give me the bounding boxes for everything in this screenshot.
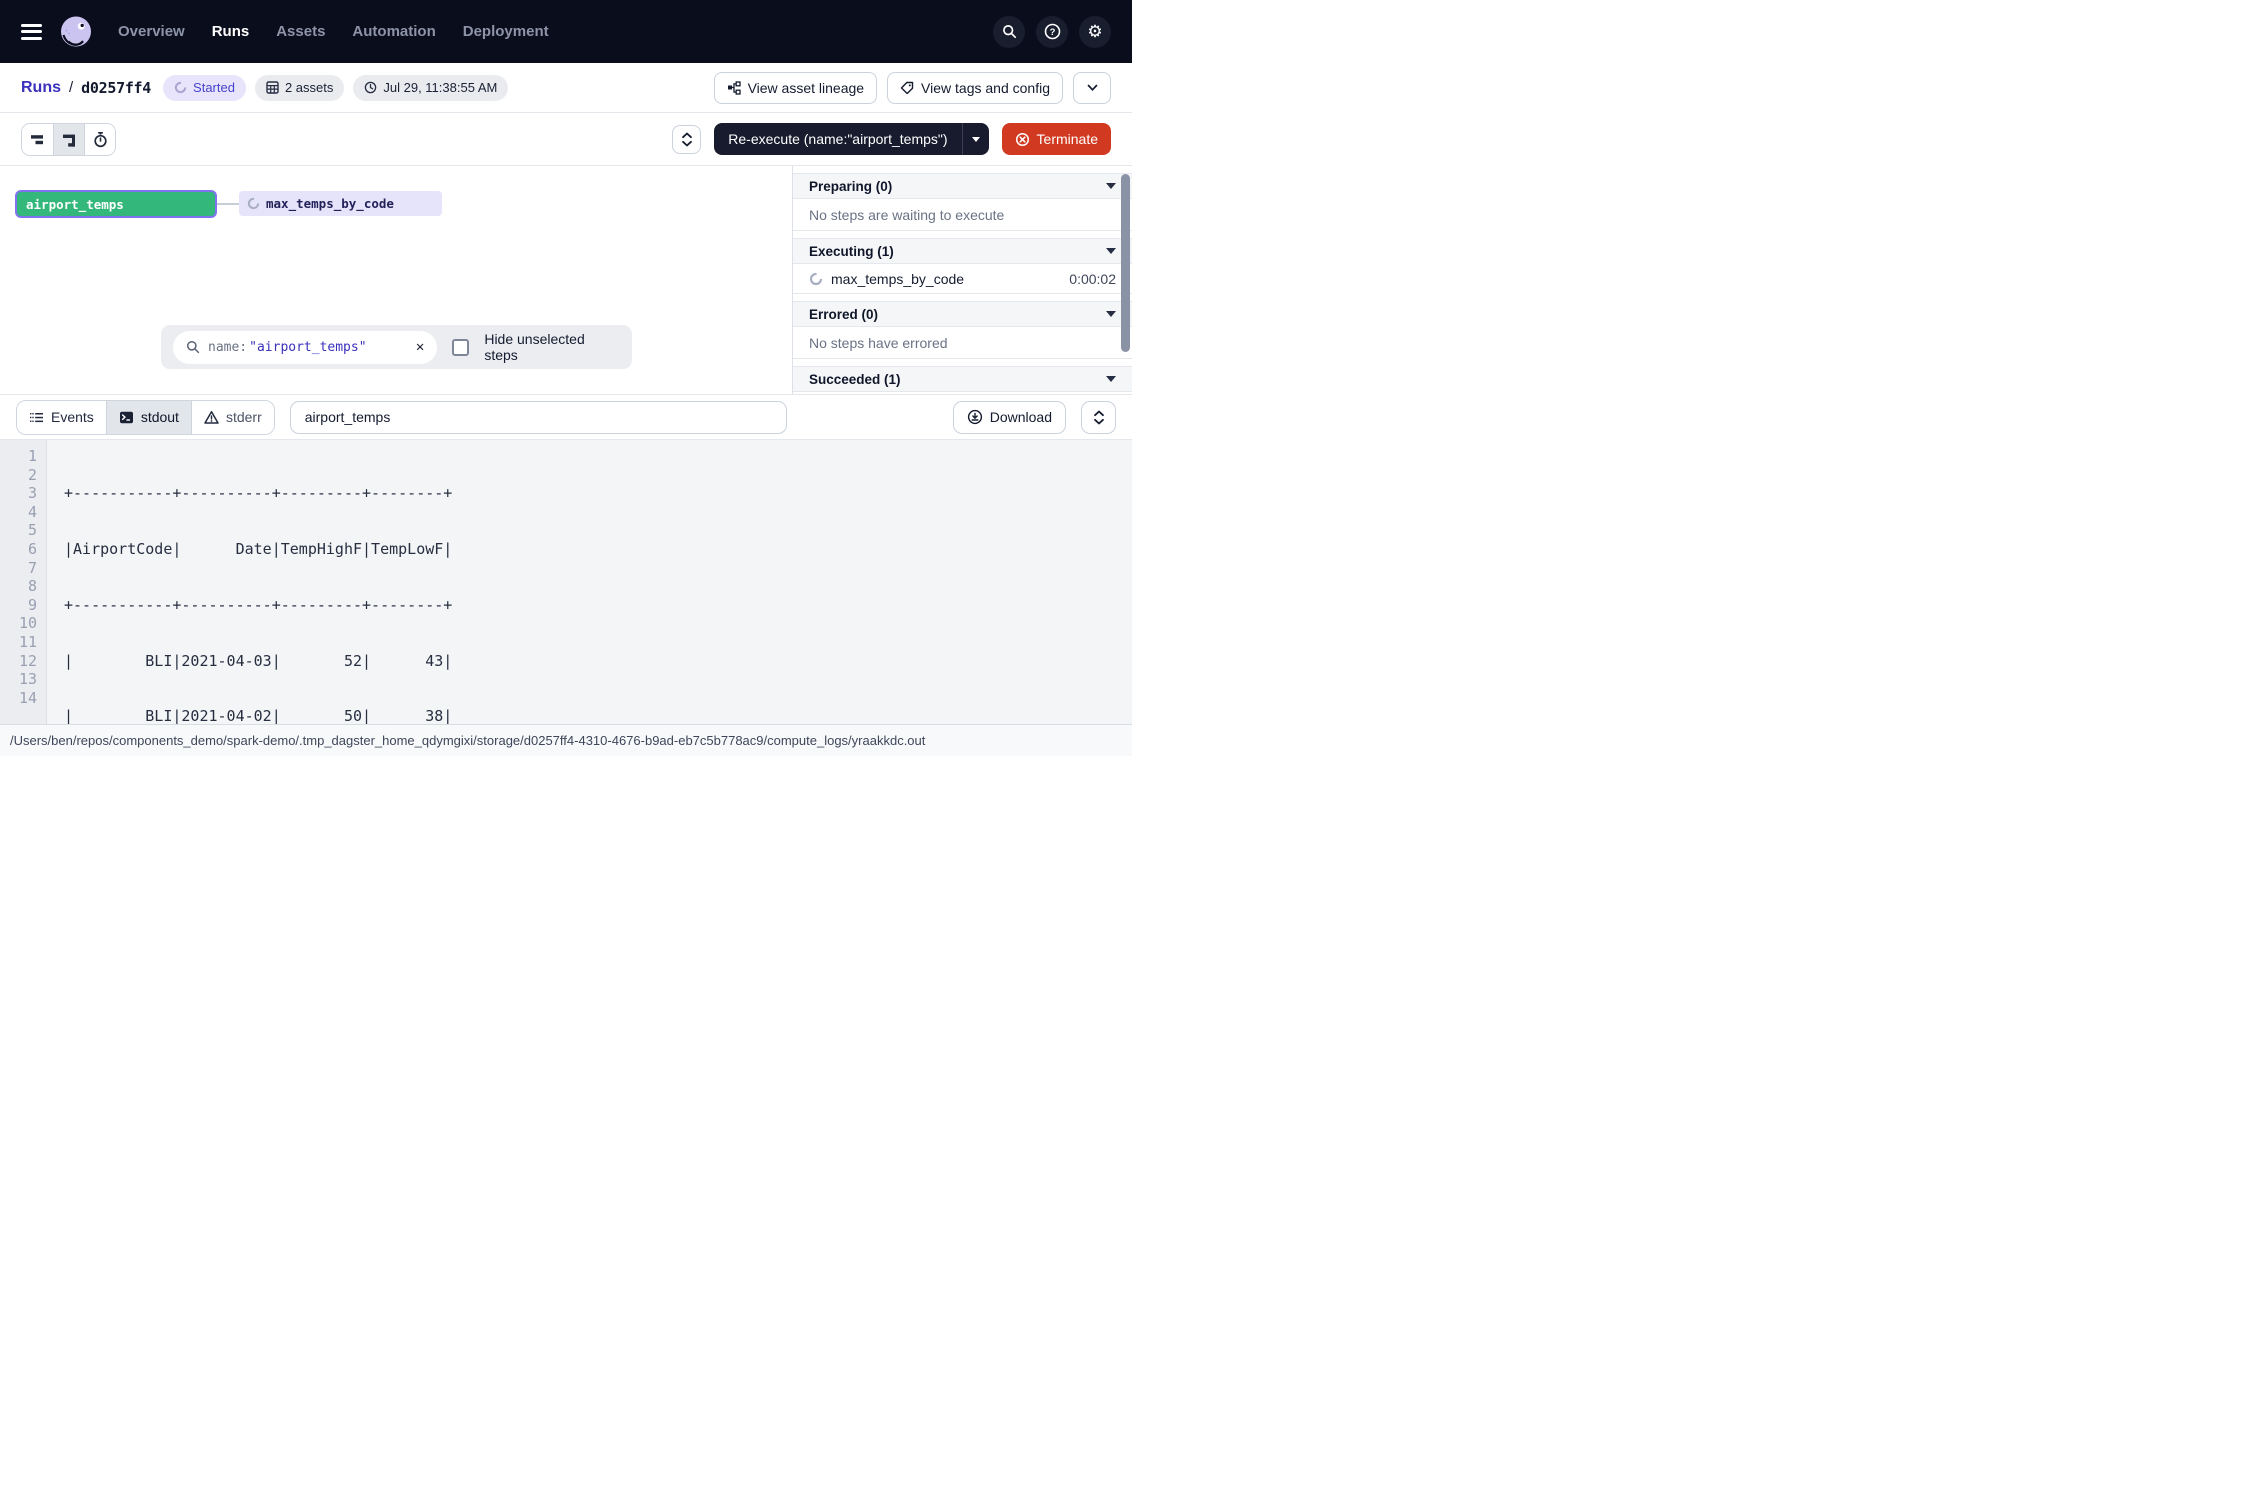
help-icon: ? bbox=[1044, 23, 1061, 40]
section-header-errored[interactable]: Errored (0) bbox=[793, 301, 1132, 327]
assets-grid-icon bbox=[266, 81, 279, 94]
view-tags-config-button[interactable]: View tags and config bbox=[887, 72, 1063, 104]
zoom-fit-button[interactable] bbox=[672, 125, 701, 154]
nav-item-automation[interactable]: Automation bbox=[352, 23, 435, 40]
section-header-preparing[interactable]: Preparing (0) bbox=[793, 173, 1132, 199]
tab-events[interactable]: Events bbox=[17, 401, 106, 434]
waterfall-view-button[interactable] bbox=[53, 124, 84, 155]
search-icon bbox=[1002, 24, 1017, 39]
svg-text:?: ? bbox=[1049, 27, 1055, 38]
event-list-icon bbox=[29, 410, 44, 425]
nav-item-assets[interactable]: Assets bbox=[276, 23, 325, 40]
lineage-icon bbox=[727, 81, 741, 95]
terminate-button[interactable]: Terminate bbox=[1002, 123, 1111, 155]
step-name: max_temps_by_code bbox=[831, 271, 964, 287]
search-button[interactable] bbox=[993, 16, 1025, 48]
settings-button[interactable]: ⚙ bbox=[1079, 16, 1111, 48]
view-mode-toggle bbox=[21, 123, 116, 156]
run-body: airport_temps max_temps_by_code name: "a… bbox=[0, 166, 1132, 395]
log-file-path: /Users/ben/repos/components_demo/spark-d… bbox=[10, 733, 925, 748]
run-header: Runs / d0257ff4 Started 2 assets Jul 29,… bbox=[0, 63, 1132, 113]
nav-item-overview[interactable]: Overview bbox=[118, 23, 185, 40]
gantt-icon bbox=[29, 131, 46, 148]
spinner-icon bbox=[247, 197, 260, 210]
status-badge: Started bbox=[163, 75, 246, 101]
spinner-icon bbox=[174, 81, 187, 94]
collapse-caret-icon bbox=[1106, 311, 1116, 317]
stdout-log-viewer[interactable]: 1 2 3 4 5 6 7 8 9 10 11 12 13 14 +------… bbox=[0, 440, 1132, 724]
nav-item-runs[interactable]: Runs bbox=[212, 23, 250, 40]
section-header-succeeded[interactable]: Succeeded (1) bbox=[793, 366, 1132, 392]
graph-node-max-temps-by-code[interactable]: max_temps_by_code bbox=[239, 191, 442, 216]
waterfall-icon bbox=[61, 131, 78, 148]
timestamp-badge: Jul 29, 11:38:55 AM bbox=[353, 75, 508, 101]
spinner-icon bbox=[809, 272, 823, 286]
tag-icon bbox=[900, 81, 914, 95]
log-file-path-bar: /Users/ben/repos/components_demo/spark-d… bbox=[0, 724, 1132, 756]
top-nav: Overview Runs Assets Automation Deployme… bbox=[0, 0, 1132, 63]
menu-icon[interactable] bbox=[21, 24, 42, 40]
tab-stderr[interactable]: stderr bbox=[191, 401, 274, 434]
hide-unselected-checkbox[interactable] bbox=[452, 339, 469, 356]
warning-triangle-icon bbox=[204, 410, 219, 425]
line-number-gutter: 1 2 3 4 5 6 7 8 9 10 11 12 13 14 bbox=[0, 440, 47, 724]
step-filter-input[interactable]: name: "airport_temps" ✕ bbox=[173, 331, 437, 364]
assets-badge: 2 assets bbox=[255, 75, 344, 101]
errored-empty-text: No steps have errored bbox=[793, 327, 1132, 359]
collapse-caret-icon bbox=[1106, 248, 1116, 254]
steps-status-panel: Preparing (0) No steps are waiting to ex… bbox=[792, 166, 1132, 394]
gantt-view-button[interactable] bbox=[22, 124, 53, 155]
step-elapsed-time: 0:00:02 bbox=[1069, 271, 1116, 287]
download-icon bbox=[967, 409, 983, 425]
filter-prefix: name: bbox=[208, 340, 247, 355]
hide-unselected-label: Hide unselected steps bbox=[484, 331, 620, 363]
graph-node-airport-temps[interactable]: airport_temps bbox=[15, 190, 217, 218]
section-header-executing[interactable]: Executing (1) bbox=[793, 238, 1132, 264]
graph-filter-bar: name: "airport_temps" ✕ Hide unselected … bbox=[161, 325, 632, 369]
panel-scrollbar[interactable] bbox=[1121, 174, 1130, 352]
tab-stdout[interactable]: stdout bbox=[106, 401, 191, 434]
breadcrumb-separator: / bbox=[69, 79, 73, 96]
preparing-empty-text: No steps are waiting to execute bbox=[793, 199, 1132, 231]
log-expand-button[interactable] bbox=[1081, 401, 1116, 434]
view-asset-lineage-button[interactable]: View asset lineage bbox=[714, 72, 877, 104]
graph-edge bbox=[217, 203, 239, 205]
step-graph: airport_temps max_temps_by_code name: "a… bbox=[0, 166, 792, 394]
nav-item-deployment[interactable]: Deployment bbox=[463, 23, 549, 40]
gear-icon: ⚙ bbox=[1087, 23, 1102, 40]
download-button[interactable]: Download bbox=[953, 401, 1066, 434]
executing-step-row[interactable]: max_temps_by_code 0:00:02 bbox=[793, 264, 1132, 294]
run-actions-menu-button[interactable] bbox=[1073, 72, 1111, 104]
collapse-caret-icon bbox=[1106, 183, 1116, 189]
log-tabs: Events stdout stderr bbox=[16, 400, 275, 435]
log-toolbar: Events stdout stderr airport_temps bbox=[0, 395, 1132, 440]
collapse-caret-icon bbox=[1106, 376, 1116, 382]
filter-value: "airport_temps" bbox=[249, 340, 366, 355]
clear-filter-icon[interactable]: ✕ bbox=[416, 339, 424, 355]
reexecute-split-button: Re-execute (name:"airport_temps") bbox=[714, 123, 988, 155]
caret-down-icon bbox=[972, 137, 980, 142]
search-icon bbox=[186, 340, 200, 354]
timer-view-button[interactable] bbox=[84, 124, 115, 155]
run-toolbar: Re-execute (name:"airport_temps") Termin… bbox=[0, 113, 1132, 166]
primary-nav: Overview Runs Assets Automation Deployme… bbox=[118, 23, 549, 40]
up-down-chevrons-icon bbox=[681, 132, 693, 147]
log-content: +-----------+----------+---------+------… bbox=[47, 440, 452, 724]
stopwatch-icon bbox=[92, 131, 109, 148]
help-button[interactable]: ? bbox=[1036, 16, 1068, 48]
dagster-logo-icon[interactable] bbox=[58, 14, 94, 50]
run-id: d0257ff4 bbox=[81, 79, 151, 97]
chevron-down-icon bbox=[1087, 84, 1098, 92]
cancel-circle-icon bbox=[1015, 132, 1030, 147]
terminal-icon bbox=[119, 410, 134, 425]
reexecute-options-button[interactable] bbox=[962, 123, 989, 155]
breadcrumb-runs-link[interactable]: Runs bbox=[21, 79, 61, 97]
log-step-select[interactable]: airport_temps bbox=[290, 401, 787, 434]
clock-icon bbox=[364, 81, 377, 94]
up-down-chevrons-icon bbox=[1093, 410, 1105, 425]
reexecute-button[interactable]: Re-execute (name:"airport_temps") bbox=[714, 123, 961, 155]
